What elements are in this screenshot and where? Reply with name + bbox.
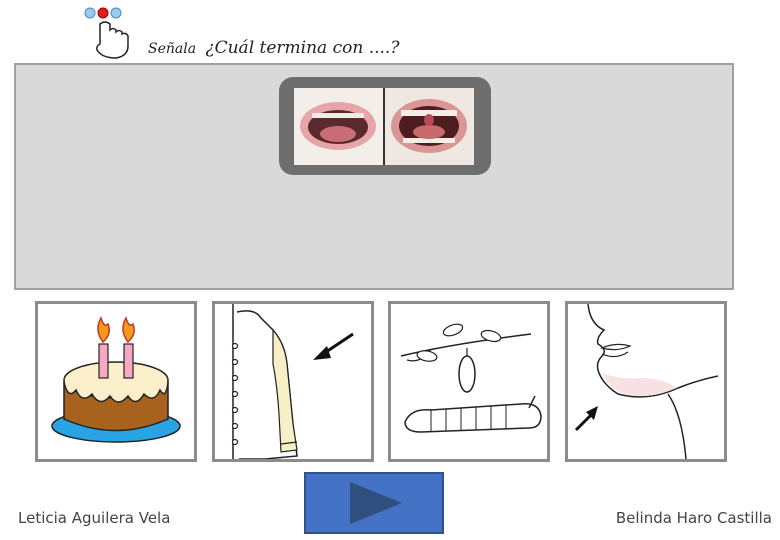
chin-neck-icon — [574, 304, 719, 459]
option-card-silkworm[interactable] — [388, 301, 550, 462]
option-card-chin[interactable] — [565, 301, 727, 462]
instruction-text: Señala ¿Cuál termina con ....? — [148, 38, 399, 58]
play-icon — [350, 482, 402, 524]
open-mouth-image-right — [385, 88, 474, 165]
instruction-prefix: Señala — [148, 41, 197, 57]
silkworm-icon — [400, 323, 542, 433]
instruction-question: ¿Cuál termina con ....? — [205, 38, 400, 58]
author-left: Leticia Aguilera Vela — [18, 509, 171, 527]
option-card-cake[interactable] — [35, 301, 197, 462]
play-button[interactable] — [304, 472, 444, 534]
author-right: Belinda Haro Castilla — [615, 509, 772, 527]
point-hand-icon — [84, 4, 134, 60]
option-card-sleeve[interactable] — [212, 301, 374, 462]
birthday-cake-icon — [51, 316, 181, 443]
open-mouth-image-left — [294, 88, 383, 165]
mouth-images-panel — [279, 77, 491, 175]
shirt-sleeve-icon — [231, 304, 354, 459]
